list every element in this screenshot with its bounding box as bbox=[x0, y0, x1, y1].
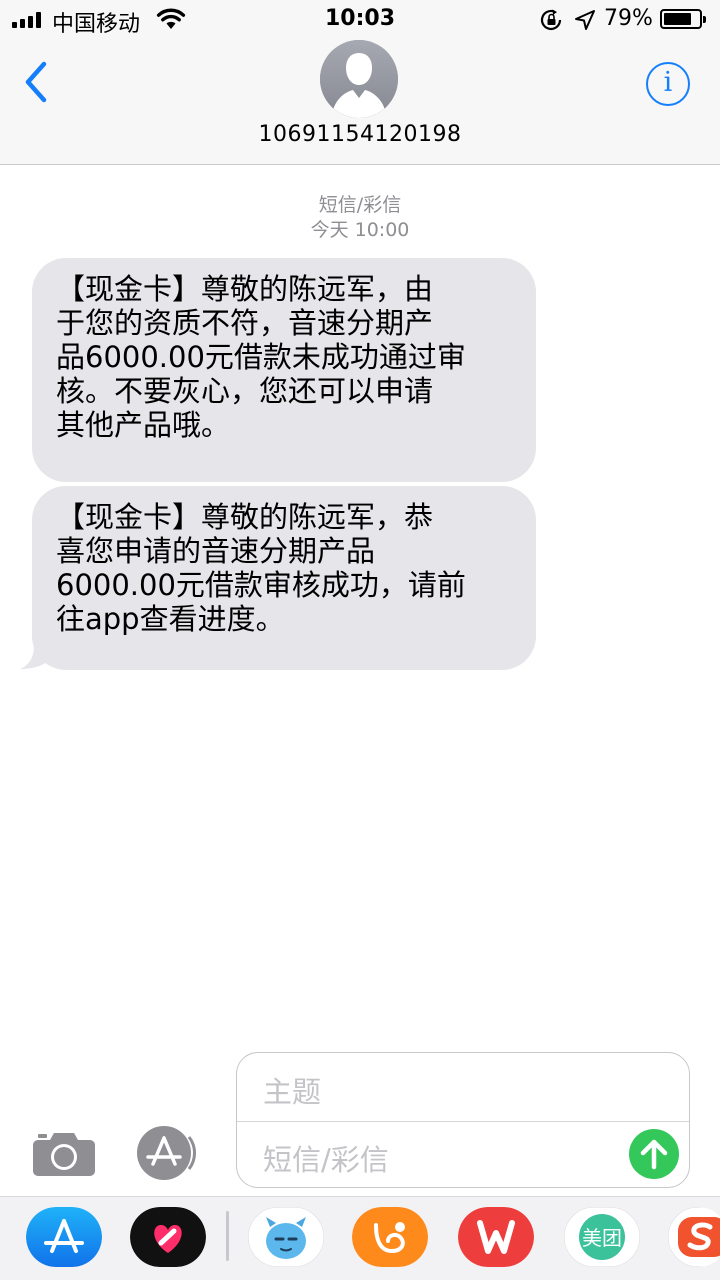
monster-sticker-app-icon[interactable] bbox=[248, 1207, 324, 1267]
battery-icon bbox=[660, 9, 706, 29]
status-bar: 中国移动 10:03 79% bbox=[0, 0, 720, 40]
message-line: 核。不要灰心，您还可以申请 bbox=[56, 374, 434, 408]
info-button[interactable]: i bbox=[646, 62, 690, 106]
uc-browser-app-icon[interactable] bbox=[352, 1207, 428, 1267]
message-type-label: 短信/彩信 bbox=[318, 194, 402, 216]
message-line: 【现金卡】尊敬的陈远军，恭 bbox=[56, 500, 434, 534]
message-line: 喜您申请的音速分期产品 bbox=[56, 534, 376, 568]
wps-office-app-icon[interactable] bbox=[458, 1207, 534, 1267]
message-line: 【现金卡】尊敬的陈远军，由 bbox=[56, 272, 434, 306]
camera-button[interactable] bbox=[32, 1130, 96, 1176]
send-button[interactable] bbox=[629, 1129, 679, 1179]
sogou-input-app-icon[interactable] bbox=[668, 1207, 720, 1267]
app-store-button[interactable] bbox=[134, 1126, 204, 1180]
message-input[interactable]: 短信/彩信 bbox=[263, 1137, 389, 1179]
app-drawer: 美团 bbox=[0, 1196, 720, 1280]
message-line: 于您的资质不符，音速分期产 bbox=[56, 306, 434, 340]
back-button[interactable] bbox=[18, 58, 58, 108]
message-line: 往app查看进度。 bbox=[56, 602, 285, 636]
message-bubble[interactable]: 【现金卡】尊敬的陈远军，由 于您的资质不符，音速分期产 品6000.00元借款未… bbox=[32, 258, 536, 482]
compose-divider bbox=[237, 1121, 689, 1122]
meituan-label: 美团 bbox=[582, 1226, 622, 1250]
compose-box[interactable]: 主题 短信/彩信 bbox=[236, 1052, 690, 1188]
rotation-lock-icon bbox=[540, 9, 562, 31]
message-line: 其他产品哦。 bbox=[56, 408, 231, 442]
bubble-tail bbox=[20, 632, 52, 669]
app-store-app-icon[interactable] bbox=[26, 1207, 102, 1267]
digital-touch-app-icon[interactable] bbox=[130, 1207, 206, 1267]
battery-percent: 79% bbox=[604, 6, 653, 31]
conversation-header: 10691154120198 i bbox=[0, 40, 720, 165]
arrow-up-icon bbox=[640, 1139, 668, 1170]
avatar[interactable] bbox=[320, 40, 398, 118]
person-silhouette-icon bbox=[320, 40, 398, 118]
message-line: 品6000.00元借款未成功通过审 bbox=[56, 340, 466, 374]
location-arrow-icon bbox=[575, 10, 595, 30]
meituan-app-icon[interactable]: 美团 bbox=[564, 1207, 640, 1267]
message-line: 6000.00元借款审核成功，请前 bbox=[56, 568, 466, 602]
message-timestamp: 今天 10:00 bbox=[310, 219, 410, 241]
subject-input[interactable]: 主题 bbox=[263, 1069, 321, 1111]
message-bubble[interactable]: 【现金卡】尊敬的陈远军，恭 喜您申请的音速分期产品 6000.00元借款审核成功… bbox=[32, 486, 536, 670]
battery-fill bbox=[664, 13, 691, 25]
drawer-separator bbox=[226, 1211, 229, 1261]
contact-name[interactable]: 10691154120198 bbox=[0, 122, 720, 147]
